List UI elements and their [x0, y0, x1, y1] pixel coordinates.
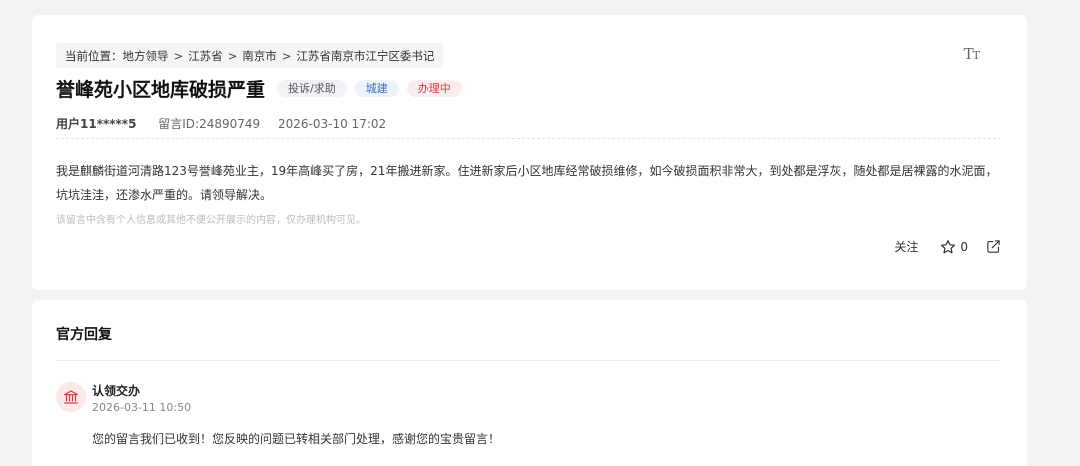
reply-author: 认领交办: [92, 384, 141, 398]
message-card: 当前位置： 地方领导 > 江苏省 > 南京市 > 江苏省南京市江宁区委书记 TT…: [32, 15, 1027, 290]
reply-content: 您的留言我们已收到！您反映的问题已转相关部门处理，感谢您的宝贵留言！: [92, 432, 501, 446]
breadcrumb-item-leaders[interactable]: 地方领导: [123, 48, 169, 64]
breadcrumb-separator: >: [227, 48, 238, 63]
breadcrumb-separator: >: [281, 48, 292, 63]
message-content: 我是麒麟街道河清路123号誉峰苑业主，19年高峰买了房，21年搬进新家。住进新家…: [56, 164, 998, 202]
breadcrumb-item-province[interactable]: 江苏省: [188, 48, 223, 64]
reply-section-title: 官方回复: [56, 327, 112, 343]
font-size-icon-large: T: [963, 45, 974, 63]
like-count: 0: [960, 239, 968, 254]
message-user: 用户11*****5: [56, 117, 137, 131]
tag-category: 投诉/求助: [277, 80, 347, 97]
share-icon: [987, 240, 1000, 253]
font-size-icon-small: T: [972, 49, 980, 62]
title-row: 誉峰苑小区地库破损严重 投诉/求助 城建 办理中: [56, 75, 470, 102]
message-actions: 关注 0: [894, 238, 1001, 255]
follow-button[interactable]: 关注: [894, 238, 918, 255]
font-size-icon[interactable]: TT: [963, 45, 980, 63]
message-datetime: 2026-03-10 17:02: [278, 117, 387, 131]
breadcrumb: 当前位置： 地方领导 > 江苏省 > 南京市 > 江苏省南京市江宁区委书记: [56, 43, 444, 68]
avatar: [56, 382, 86, 412]
breadcrumb-item-city[interactable]: 南京市: [242, 48, 277, 64]
privacy-notice: 该留言中含有个人信息或其他不便公开展示的内容，仅办理机构可见。: [56, 215, 366, 226]
like-button[interactable]: 0: [940, 239, 968, 255]
reply-divider: [56, 360, 1001, 361]
status-badge: 办理中: [406, 80, 462, 97]
government-building-icon: [63, 390, 79, 404]
reply-time: 2026-03-11 10:50: [92, 401, 192, 414]
star-icon: [941, 239, 956, 253]
meta-divider: [56, 138, 1001, 139]
page-title: 誉峰苑小区地库破损严重: [56, 79, 266, 101]
breadcrumb-separator: >: [173, 48, 184, 63]
breadcrumb-item-current[interactable]: 江苏省南京市江宁区委书记: [296, 48, 434, 64]
message-meta: 用户11*****5 留言ID:24890749 2026-03-10 17:0…: [56, 115, 386, 132]
tag-domain: 城建: [354, 80, 399, 97]
share-button[interactable]: [986, 239, 1001, 254]
breadcrumb-prefix: 当前位置：: [65, 48, 123, 63]
official-reply-card: 官方回复 认领交办 2026-03-11 10:50 您的留言我们已收到！您反映…: [32, 300, 1027, 466]
message-id: 留言ID:24890749: [158, 117, 261, 131]
